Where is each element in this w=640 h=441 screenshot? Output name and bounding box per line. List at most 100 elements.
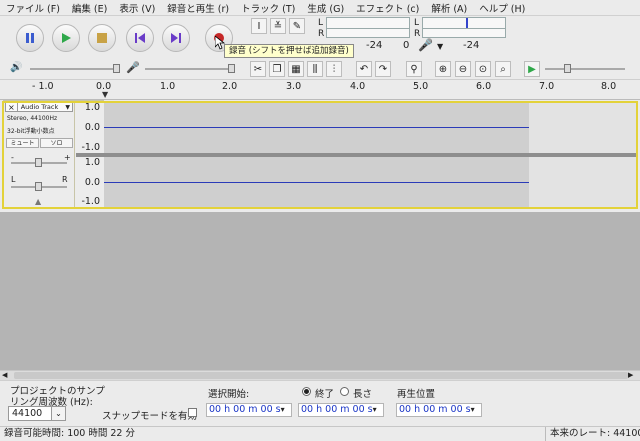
menu-help[interactable]: ヘルプ (H) <box>473 1 531 15</box>
skip-end-icon <box>171 33 181 43</box>
record-meter-label-l: L <box>414 18 420 28</box>
paste-icon: ▦ <box>291 63 301 75</box>
stop-button[interactable] <box>88 24 116 52</box>
draw-tool[interactable]: ✎ <box>289 18 305 34</box>
selection-tool[interactable]: I <box>251 18 267 34</box>
menu-analyze[interactable]: 解析 (A) <box>425 1 473 15</box>
fit-project-button[interactable]: ⌕ <box>495 61 511 77</box>
snap-mode-label: スナップモードを有効 <box>102 411 198 422</box>
cut-button[interactable]: ✂ <box>250 61 266 77</box>
menu-transport[interactable]: 録音と再生 (r) <box>161 1 235 15</box>
silence-button[interactable]: ⫶ <box>326 61 342 77</box>
ruler-tick: 5.0 <box>413 81 429 92</box>
chevron-down-icon[interactable]: ▾ <box>471 405 475 414</box>
record-tooltip: 録音 (シフトを押せば追加録音) <box>224 44 354 58</box>
timeline-ruler[interactable]: - 1.0 0.0 1.0 2.0 3.0 4.0 5.0 6.0 7.0 8.… <box>0 80 640 100</box>
ibeam-icon: I <box>257 20 261 32</box>
empty-track-area[interactable] <box>0 212 640 372</box>
playback-position-time[interactable]: 00 h 00 m 00 s▾ <box>396 403 482 417</box>
menu-tracks[interactable]: トラック (T) <box>235 1 301 15</box>
undo-button[interactable]: ↶ <box>356 61 372 77</box>
selection-end-value: 00 h 00 m 00 s <box>301 404 373 415</box>
radio-end-label: 終了 <box>315 389 335 400</box>
snap-mode-checkbox[interactable] <box>188 408 197 417</box>
chevron-down-icon[interactable]: ▾ <box>373 405 377 414</box>
copy-button[interactable]: ❐ <box>269 61 285 77</box>
copy-icon: ❐ <box>272 63 282 75</box>
chevron-down-icon[interactable]: ▾ <box>281 405 285 414</box>
skip-to-end-button[interactable] <box>162 24 190 52</box>
microphone-icon[interactable]: 🎤 <box>418 38 433 52</box>
fit-selection-icon: ⊙ <box>478 63 488 75</box>
play-speed-slider[interactable] <box>545 68 625 70</box>
fit-project-icon: ⌕ <box>500 63 506 75</box>
record-volume-slider[interactable] <box>145 68 235 70</box>
zoom-in-icon: ⊕ <box>438 63 448 75</box>
pause-icon <box>26 33 34 43</box>
playback-meter-label-r: R <box>318 29 325 39</box>
stop-icon <box>97 33 107 43</box>
menu-effect[interactable]: エフェクト (c) <box>350 1 425 15</box>
record-meter-right <box>422 28 506 38</box>
skip-to-start-button[interactable] <box>126 24 154 52</box>
ruler-tick: 2.0 <box>222 81 238 92</box>
undo-icon: ↶ <box>359 63 369 75</box>
meter-db-right: -24 <box>463 40 480 51</box>
mixer-edit-toolbar: 🔊 🎤 ✂ ❐ ▦ ⫼ ⫶ ↶ ↷ ⚲ ⊕ ⊖ ⊙ ⌕ ▶ <box>0 58 640 80</box>
selection-start-time[interactable]: 00 h 00 m 00 s▾ <box>206 403 292 417</box>
play-button[interactable] <box>52 24 80 52</box>
zoom-in-button[interactable]: ⊕ <box>435 61 451 77</box>
menu-bar: ファイル (F) 編集 (E) 表示 (V) 録音と再生 (r) トラック (T… <box>0 0 640 16</box>
ruler-tick: - 1.0 <box>32 81 54 92</box>
paste-button[interactable]: ▦ <box>288 61 304 77</box>
selection-toolbar: プロジェクトのサンプ リング周波数 (Hz): 44100 ⌄ スナップモードを… <box>0 380 640 426</box>
zoom-out-button[interactable]: ⊖ <box>455 61 471 77</box>
ruler-tick: 6.0 <box>476 81 492 92</box>
playback-volume-thumb[interactable] <box>113 64 120 73</box>
track-focus-frame <box>2 101 638 209</box>
play-icon: ▶ <box>528 63 536 75</box>
ruler-tick: 4.0 <box>350 81 366 92</box>
play-at-speed-button[interactable]: ▶ <box>524 61 540 77</box>
ruler-tick: 8.0 <box>601 81 617 92</box>
selection-end-time[interactable]: 00 h 00 m 00 s▾ <box>298 403 384 417</box>
playback-position-value: 00 h 00 m 00 s <box>399 404 471 415</box>
chevron-down-icon[interactable]: ▼ <box>437 42 443 51</box>
status-bar: 録音可能時間: 100 時間 22 分 本来のレート: 44100 <box>0 426 640 441</box>
menu-generate[interactable]: 生成 (G) <box>301 1 350 15</box>
radio-length-label: 長さ <box>353 389 373 400</box>
skip-start-icon <box>135 33 145 43</box>
menu-file[interactable]: ファイル (F) <box>0 1 66 15</box>
radio-length[interactable] <box>340 387 349 396</box>
menu-view[interactable]: 表示 (V) <box>113 1 161 15</box>
playback-meter-label-l: L <box>318 18 324 28</box>
speaker-icon: 🔊 <box>10 62 23 73</box>
record-volume-thumb[interactable] <box>228 64 235 73</box>
playback-volume-slider[interactable] <box>30 68 120 70</box>
redo-icon: ↷ <box>378 63 388 75</box>
status-record-time: 録音可能時間: 100 時間 22 分 <box>4 428 136 439</box>
chevron-down-icon[interactable]: ⌄ <box>51 407 65 420</box>
scroll-right-icon[interactable]: ▶ <box>628 371 633 379</box>
playhead-marker-icon[interactable]: ▼ <box>102 90 108 99</box>
sync-lock-icon: ⚲ <box>410 63 418 75</box>
envelope-tool[interactable]: ≚ <box>270 18 286 34</box>
status-rate: 本来のレート: 44100 <box>550 428 640 439</box>
play-icon <box>62 33 71 43</box>
play-speed-thumb[interactable] <box>564 64 571 73</box>
scroll-left-icon[interactable]: ◀ <box>2 371 7 379</box>
redo-button[interactable]: ↷ <box>375 61 391 77</box>
horizontal-scrollbar[interactable]: ◀ ▶ <box>0 370 640 380</box>
pause-button[interactable] <box>16 24 44 52</box>
scrollbar-thumb[interactable] <box>14 372 628 379</box>
menu-edit[interactable]: 編集 (E) <box>66 1 113 15</box>
project-rate-select[interactable]: 44100 ⌄ <box>8 406 66 421</box>
trim-button[interactable]: ⫼ <box>307 61 323 77</box>
trim-icon: ⫼ <box>312 63 318 75</box>
status-divider <box>545 427 546 441</box>
pencil-icon: ✎ <box>292 20 302 32</box>
sync-lock-button[interactable]: ⚲ <box>406 61 422 77</box>
project-rate-value: 44100 <box>12 408 43 419</box>
radio-end[interactable] <box>302 387 311 396</box>
fit-selection-button[interactable]: ⊙ <box>475 61 491 77</box>
